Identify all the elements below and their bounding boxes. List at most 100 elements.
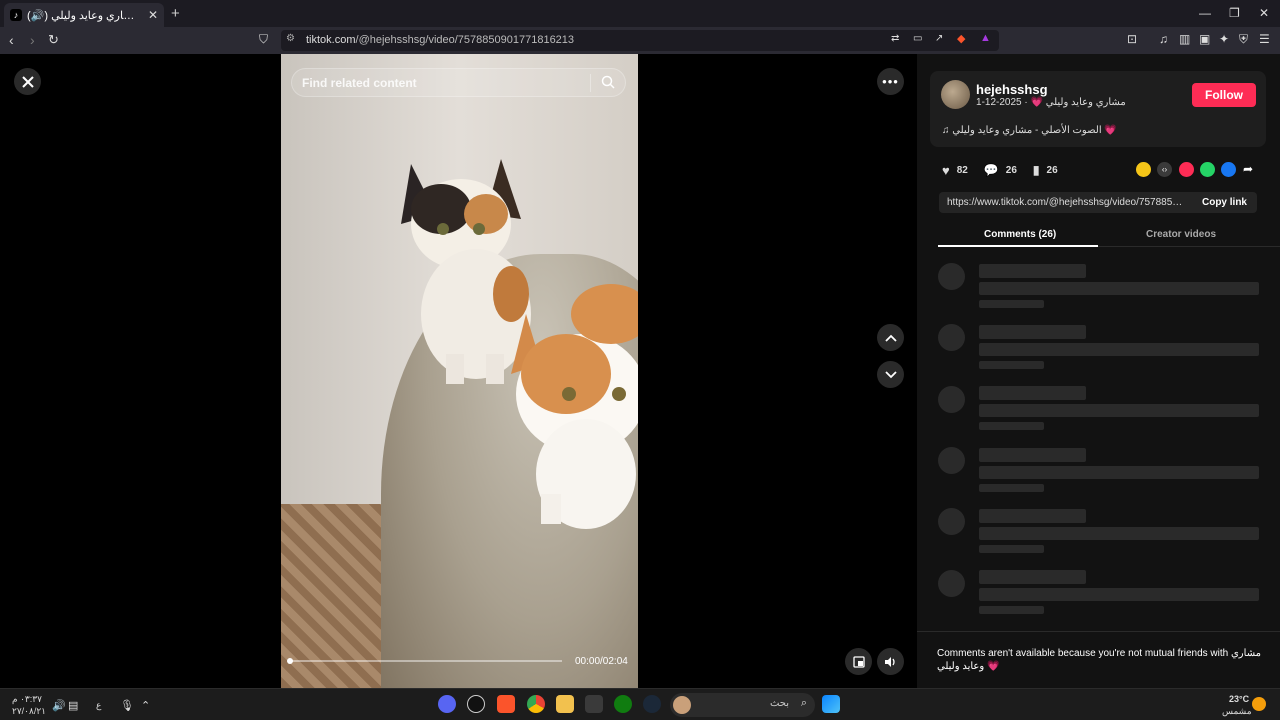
microphone-icon[interactable]: 🎙	[120, 699, 134, 712]
facebook-icon[interactable]	[1221, 162, 1236, 177]
whatsapp-icon[interactable]	[1200, 162, 1215, 177]
save-action[interactable]: ▮ 26	[1033, 163, 1058, 177]
volume-button[interactable]	[877, 648, 904, 675]
github-icon[interactable]	[467, 695, 485, 713]
tab-creator-videos[interactable]: Creator videos	[1146, 229, 1216, 240]
search-icon[interactable]	[601, 75, 615, 89]
search-icon: ⌕	[800, 697, 807, 709]
new-tab-button[interactable]: +	[171, 5, 180, 22]
tab-comments[interactable]: Comments (26)	[984, 229, 1056, 240]
video-player[interactable]	[281, 54, 638, 688]
skeleton-avatar	[938, 447, 965, 474]
chrome-icon[interactable]	[527, 695, 545, 713]
discord-icon[interactable]	[438, 695, 456, 713]
skeleton-line	[979, 422, 1044, 430]
weather-temp[interactable]: 23°C	[1229, 694, 1249, 704]
share-link-text[interactable]: https://www.tiktok.com/@hejehsshsg/video…	[947, 197, 1187, 208]
speaker-icon	[884, 656, 895, 667]
clock-date[interactable]: ٢٧/٠٨/٢١	[12, 706, 46, 717]
language-indicator[interactable]: ع	[96, 700, 101, 711]
windows-taskbar: بحث ⌕ ٠٣:٣٧ م ٢٧/٠٨/٢١ 🔊 ▤ ع 🎙 ⌃ 23°C مش…	[0, 688, 1280, 720]
follow-button[interactable]: Follow	[1192, 83, 1256, 107]
save-count: 26	[1046, 164, 1058, 176]
network-icon[interactable]: ▤	[68, 699, 78, 712]
music-info[interactable]: ♫ الصوت الأصلي - مشاري وعايد وليلي 💗	[942, 125, 1117, 136]
skeleton-avatar	[938, 508, 965, 535]
windows-start-icon[interactable]	[822, 695, 840, 713]
vpn-icon[interactable]: ⛨	[1239, 32, 1248, 47]
more-options-button[interactable]: •••	[877, 68, 904, 95]
comment-icon: 💬	[983, 163, 999, 177]
copy-link-button[interactable]: Copy link	[1202, 197, 1247, 208]
address-bar[interactable]: ⚙ tiktok.com/@hejehsshsg/video/757885090…	[281, 30, 999, 51]
panel-divider	[917, 631, 1280, 632]
media-icon[interactable]: ♫	[1159, 32, 1168, 46]
skeleton-avatar	[938, 263, 965, 290]
skeleton-line	[979, 484, 1044, 492]
video-progress-bar[interactable]	[287, 658, 562, 664]
chevron-up-icon	[884, 334, 897, 342]
close-video-button[interactable]	[14, 68, 41, 95]
skeleton-line	[979, 361, 1044, 369]
browser-tab[interactable]: ♪ (🔊) مشاري وعايد وليلي 💗 ✕	[4, 3, 164, 27]
comment-action[interactable]: 💬 26	[984, 163, 1017, 177]
skeleton-line	[979, 570, 1086, 584]
send-to-friends-icon[interactable]	[1179, 162, 1194, 177]
brave-icon[interactable]	[497, 695, 515, 713]
picture-in-picture-button[interactable]	[845, 648, 872, 675]
share-arrow-icon[interactable]: ➦	[1243, 162, 1258, 177]
leo-ai-icon[interactable]: ✦	[1219, 32, 1229, 46]
share-icon[interactable]: ↗	[935, 33, 943, 44]
clock-time[interactable]: ٠٣:٣٧ م	[12, 694, 42, 705]
previous-video-button[interactable]	[877, 324, 904, 351]
username[interactable]: hejehsshsg	[976, 82, 1048, 97]
related-search-bar[interactable]: Find related content	[291, 68, 626, 97]
next-video-button[interactable]	[877, 361, 904, 388]
post-meta: مشاري وعايد وليلي 💗 · 2025-12-1	[976, 97, 1126, 108]
forward-icon[interactable]: ›	[30, 32, 35, 48]
steam-icon[interactable]	[643, 695, 661, 713]
maximize-button[interactable]: ❐	[1229, 6, 1240, 20]
taskbar-search[interactable]: بحث ⌕	[670, 693, 815, 717]
translate-icon[interactable]: ⇄	[891, 33, 899, 44]
wallet-icon[interactable]: ▣	[1199, 32, 1210, 46]
minimize-button[interactable]: —	[1199, 6, 1211, 20]
store-icon[interactable]	[585, 695, 603, 713]
active-tab-indicator	[938, 245, 1098, 247]
screenshot-icon[interactable]: ⊡	[1127, 32, 1137, 46]
like-action[interactable]: ♥ 82	[942, 163, 968, 178]
brave-shields-icon[interactable]: ◆	[957, 32, 965, 45]
close-window-button[interactable]: ✕	[1259, 6, 1269, 20]
sidebar-icon[interactable]: ▥	[1179, 32, 1190, 46]
close-tab-icon[interactable]: ✕	[148, 8, 158, 22]
volume-tray-icon[interactable]: 🔊	[52, 699, 66, 712]
taskbar-search-label: بحث	[769, 698, 789, 709]
file-explorer-icon[interactable]	[556, 695, 574, 713]
progress-knob[interactable]	[287, 658, 293, 664]
xbox-icon[interactable]	[614, 695, 632, 713]
cast-icon[interactable]: ▭	[913, 33, 922, 44]
share-link-box: https://www.tiktok.com/@hejehsshsg/video…	[939, 192, 1257, 213]
skeleton-line	[979, 300, 1044, 308]
repost-icon[interactable]	[1136, 162, 1151, 177]
music-note-icon: ♫	[942, 125, 953, 136]
skeleton-line	[979, 545, 1044, 553]
comments-unavailable-notice: Comments aren't available because you're…	[937, 648, 1261, 672]
brave-rewards-icon[interactable]: ▲	[980, 32, 991, 44]
tiktok-icon: ♪	[10, 9, 22, 21]
weather-desc[interactable]: مشمس	[1222, 706, 1252, 717]
skeleton-avatar	[938, 570, 965, 597]
sun-icon[interactable]	[1252, 697, 1266, 711]
skeleton-line	[979, 282, 1259, 295]
skeleton-avatar	[938, 386, 965, 413]
heart-icon: ♥	[942, 162, 950, 178]
menu-icon[interactable]: ☰	[1259, 32, 1270, 46]
reload-icon[interactable]: ↻	[48, 32, 59, 48]
site-info-icon[interactable]: ⚙	[286, 33, 295, 44]
skeleton-line	[979, 325, 1086, 339]
embed-icon[interactable]: ‹›	[1157, 162, 1172, 177]
avatar[interactable]	[941, 80, 970, 109]
back-icon[interactable]: ‹	[9, 32, 14, 48]
bookmark-icon[interactable]: ⛉	[259, 32, 268, 47]
tray-overflow-icon[interactable]: ⌃	[141, 699, 150, 712]
